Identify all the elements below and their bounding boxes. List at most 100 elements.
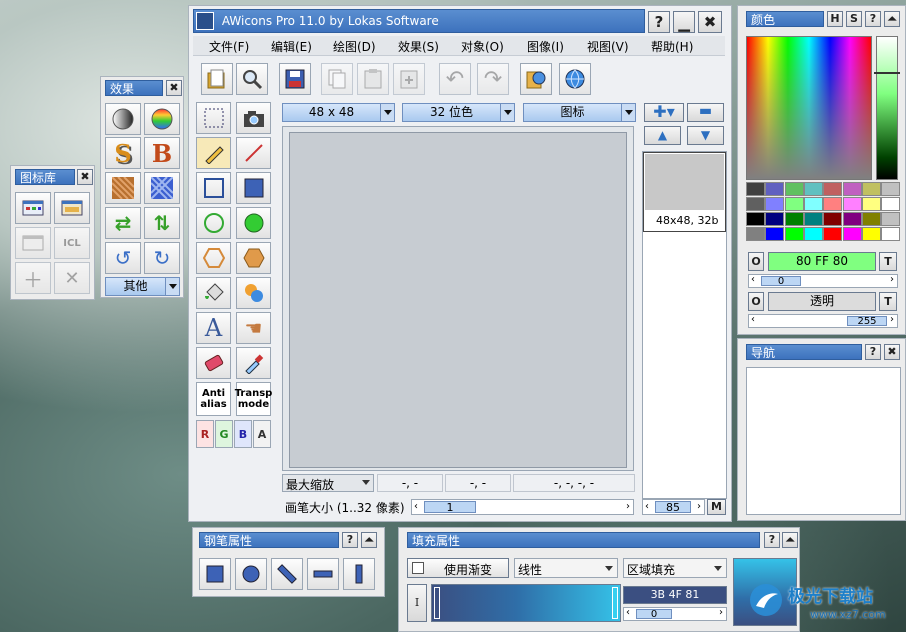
redo-button[interactable]: ↷: [477, 63, 509, 95]
color-collapse-button[interactable]: ⏶: [884, 11, 900, 27]
bg-alpha-thumb[interactable]: 255: [847, 316, 887, 327]
palette-swatch[interactable]: [842, 182, 862, 196]
eyedropper-tool[interactable]: [236, 347, 271, 379]
library-save-button[interactable]: [15, 227, 51, 259]
pen-shape-diagonal[interactable]: [271, 558, 303, 590]
palette-swatch[interactable]: [861, 227, 881, 241]
list-scroll-thumb[interactable]: 85: [655, 501, 691, 513]
effect-swap-button[interactable]: ⇄: [105, 207, 141, 239]
library-remove-button[interactable]: ✕: [54, 262, 90, 294]
palette-swatch[interactable]: [842, 197, 862, 211]
fill-props-collapse-button[interactable]: ⏶: [782, 532, 798, 548]
format-select[interactable]: 图标: [523, 103, 636, 122]
pen-shape-vertical[interactable]: [343, 558, 375, 590]
lightness-slider[interactable]: [876, 36, 898, 180]
help-button[interactable]: ?: [648, 11, 670, 33]
color-s-button[interactable]: S: [846, 11, 862, 27]
pen-shape-horizontal[interactable]: [307, 558, 339, 590]
gradient-color-value-box[interactable]: 3B 4F 81: [623, 586, 727, 604]
gradient-type-select[interactable]: 线性: [514, 558, 618, 578]
color-spectrum-picker[interactable]: [746, 36, 872, 180]
pencil-tool[interactable]: [196, 137, 231, 169]
library-new-button[interactable]: [15, 192, 51, 224]
effects-other-select[interactable]: 其他: [105, 277, 180, 296]
eraser-tool[interactable]: [196, 347, 231, 379]
menu-help[interactable]: 帮助(H): [651, 38, 693, 55]
palette-swatch[interactable]: [823, 197, 843, 211]
pen-size-slider[interactable]: ‹ 1 ›: [411, 499, 634, 515]
palette-swatch[interactable]: [746, 227, 765, 241]
gradient-bar[interactable]: [431, 584, 621, 622]
filled-ellipse-tool[interactable]: [236, 207, 271, 239]
gradient-invert-button[interactable]: I: [407, 584, 427, 622]
add-size-button[interactable]: ✚▾: [644, 103, 684, 122]
palette-swatch[interactable]: [823, 212, 843, 226]
drawing-canvas[interactable]: [289, 132, 627, 468]
use-gradient-checkbox[interactable]: [412, 562, 424, 574]
pen-props-help-button[interactable]: ?: [342, 532, 358, 548]
gradient-stop-left[interactable]: [434, 587, 440, 619]
color-help-button[interactable]: ?: [865, 11, 881, 27]
effect-rainbow-button[interactable]: [144, 103, 180, 135]
size-list[interactable]: 48x48, 32b: [642, 151, 727, 499]
menu-effects[interactable]: 效果(S): [398, 38, 439, 55]
smudge-tool[interactable]: ☚: [236, 312, 271, 344]
palette-swatch[interactable]: [784, 212, 804, 226]
select-tool[interactable]: [196, 102, 231, 134]
palette-swatch[interactable]: [746, 182, 765, 196]
palette-swatch[interactable]: [842, 227, 862, 241]
antialias-toggle[interactable]: Anti alias: [196, 382, 231, 416]
navigator-help-button[interactable]: ?: [865, 344, 881, 360]
gradient-position-thumb[interactable]: 0: [636, 609, 672, 620]
fill-tool[interactable]: [196, 277, 231, 309]
ellipse-tool[interactable]: [196, 207, 231, 239]
palette-swatch[interactable]: [784, 197, 804, 211]
palette-swatch[interactable]: [765, 197, 785, 211]
menu-file[interactable]: 文件(F): [209, 38, 249, 55]
bg-opacity-button[interactable]: O: [748, 292, 764, 311]
channel-a-toggle[interactable]: A: [253, 420, 271, 448]
palette-swatch[interactable]: [803, 197, 823, 211]
effect-pattern-button[interactable]: [144, 172, 180, 204]
slider-thumb[interactable]: 1: [424, 501, 476, 513]
save-button[interactable]: [279, 63, 311, 95]
menu-edit[interactable]: 编辑(E): [271, 38, 312, 55]
size-list-item[interactable]: 48x48, 32b: [643, 152, 726, 232]
navigator-view[interactable]: [746, 367, 901, 515]
effect-grayscale-button[interactable]: [105, 103, 141, 135]
zoom-button[interactable]: [236, 63, 268, 95]
color-h-button[interactable]: H: [827, 11, 843, 27]
palette-swatch[interactable]: [823, 227, 843, 241]
undo-button[interactable]: ↶: [439, 63, 471, 95]
effect-texture-button[interactable]: [105, 172, 141, 204]
remove-size-button[interactable]: ▬: [687, 103, 724, 122]
palette-swatch[interactable]: [881, 182, 901, 196]
bg-transparent-button[interactable]: T: [879, 292, 897, 311]
filled-polygon-tool[interactable]: [236, 242, 271, 274]
palette-swatch[interactable]: [746, 212, 765, 226]
palette-swatch[interactable]: [803, 227, 823, 241]
navigator-close-button[interactable]: ✖: [884, 344, 900, 360]
effect-flip-button[interactable]: ⇅: [144, 207, 180, 239]
pen-props-collapse-button[interactable]: ⏶: [361, 532, 377, 548]
gradient-position-slider[interactable]: ‹ 0 ›: [623, 607, 727, 621]
library-close-button[interactable]: ✖: [77, 169, 93, 185]
move-down-button[interactable]: ▼: [687, 126, 724, 145]
line-tool[interactable]: [236, 137, 271, 169]
open-button[interactable]: [201, 63, 233, 95]
palette-swatch[interactable]: [765, 212, 785, 226]
effect-bold-text-button[interactable]: B: [144, 137, 180, 169]
channel-r-toggle[interactable]: R: [196, 420, 214, 448]
minimize-button[interactable]: ▁: [673, 11, 695, 33]
palette-swatch[interactable]: [861, 197, 881, 211]
transparent-mode-toggle[interactable]: Transp mode: [235, 382, 272, 416]
color-palette[interactable]: [746, 182, 901, 244]
palette-swatch[interactable]: [881, 197, 901, 211]
capture-tool[interactable]: [236, 102, 271, 134]
text-tool[interactable]: A: [196, 312, 231, 344]
effect-rotate-right-button[interactable]: ↻: [144, 242, 180, 274]
fg-alpha-slider[interactable]: ‹ 0 ›: [748, 274, 898, 288]
library-open-button[interactable]: [54, 192, 90, 224]
zoom-select[interactable]: 最大缩放: [282, 474, 374, 492]
menu-object[interactable]: 对象(O): [461, 38, 504, 55]
